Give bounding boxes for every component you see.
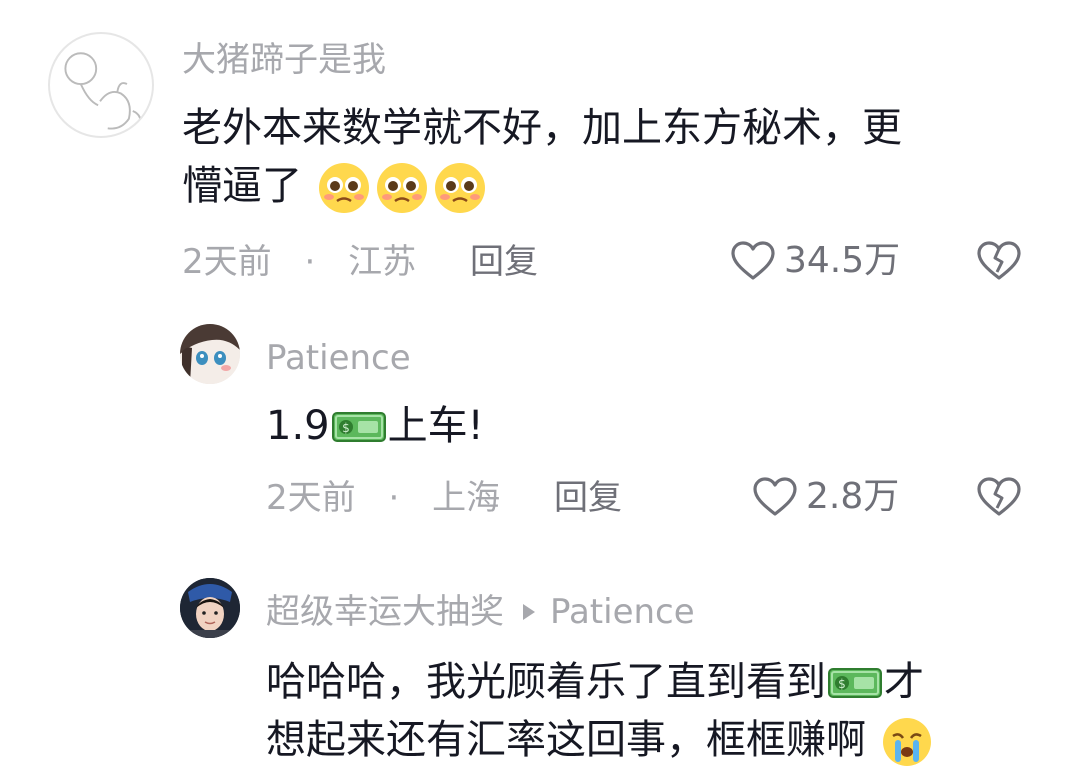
avatar-sketch-icon: [64, 52, 142, 130]
comment-meta: 2天前 · 上海: [266, 478, 500, 518]
anime-avatar-icon: [180, 324, 240, 384]
heart-icon: [753, 477, 797, 516]
photo-avatar-icon: [180, 578, 240, 638]
comment-text: 懵逼了: [182, 158, 489, 215]
comment-text-part: 1.9: [266, 403, 330, 449]
comment-text: 老外本来数学就不好，加上东方秘术，更: [182, 100, 902, 156]
meta-separator: ·: [304, 242, 316, 282]
svg-text:$: $: [838, 677, 846, 691]
pleading-face-emoji-icon: [376, 163, 427, 213]
avatar[interactable]: [180, 324, 240, 384]
crying-face-emoji-icon: [882, 718, 931, 766]
comment-location: 江苏: [348, 242, 417, 282]
comment-text: 1.9 $ 上车!: [266, 398, 484, 454]
heart-icon: [731, 241, 775, 280]
like-button[interactable]: 34.5万: [730, 240, 900, 282]
reply-arrow-icon: [523, 604, 535, 620]
reply-comment-item: 超级幸运大抽奖 Patience 哈哈哈，我光顾着乐了直到看到 $ 才 想起来还…: [0, 550, 1080, 776]
comment-username[interactable]: 大猪蹄子是我: [182, 40, 386, 80]
reply-comment-item: Patience 1.9 $ 上车! 2天前 · 上海 回复 2.8万: [0, 300, 1080, 550]
reply-to-username[interactable]: Patience: [550, 592, 695, 632]
reply-button[interactable]: 回复: [554, 478, 622, 518]
comment-username-line: 超级幸运大抽奖 Patience: [266, 592, 695, 632]
comment-time: 2天前: [266, 478, 356, 518]
pleading-face-emoji-icon: [434, 163, 485, 213]
comment-username[interactable]: Patience: [266, 338, 411, 378]
comment-text-part: 上车!: [387, 403, 484, 449]
pleading-face-emoji-icon: [318, 163, 369, 213]
broken-heart-icon: [977, 477, 1021, 516]
dollar-banknote-emoji-icon: $: [828, 668, 882, 698]
comment-text-line: 老外本来数学就不好，加上东方秘术，更: [182, 105, 902, 151]
reply-button[interactable]: 回复: [470, 242, 538, 282]
comment-text: 哈哈哈，我光顾着乐了直到看到 $ 才: [266, 654, 924, 710]
comment-location: 上海: [432, 478, 501, 518]
like-button[interactable]: 2.8万: [752, 476, 899, 518]
comment-username[interactable]: 超级幸运大抽奖: [266, 592, 504, 632]
avatar[interactable]: [48, 32, 154, 138]
dislike-button[interactable]: [976, 240, 1022, 286]
comment-text-line: 想起来还有汇率这回事，框框赚啊: [266, 717, 866, 763]
dollar-banknote-emoji-icon: $: [331, 412, 386, 442]
comment-item: 大猪蹄子是我 老外本来数学就不好，加上东方秘术，更 懵逼了 2天前 · 江苏 回…: [0, 0, 1080, 300]
avatar[interactable]: [180, 578, 240, 638]
broken-heart-icon: [977, 241, 1021, 280]
svg-text:$: $: [342, 421, 350, 435]
dislike-button[interactable]: [976, 476, 1022, 522]
comment-text-line: 懵逼了: [182, 163, 302, 209]
comment-text-line: 哈哈哈，我光顾着乐了直到看到: [266, 659, 826, 705]
like-count: 2.8万: [806, 476, 900, 517]
meta-separator: ·: [388, 478, 400, 518]
comment-text-part: 才: [884, 659, 924, 705]
comment-time: 2天前: [182, 242, 272, 282]
comment-meta: 2天前 · 江苏: [182, 242, 416, 282]
like-count: 34.5万: [784, 240, 901, 281]
comment-text: 想起来还有汇率这回事，框框赚啊: [266, 712, 935, 768]
